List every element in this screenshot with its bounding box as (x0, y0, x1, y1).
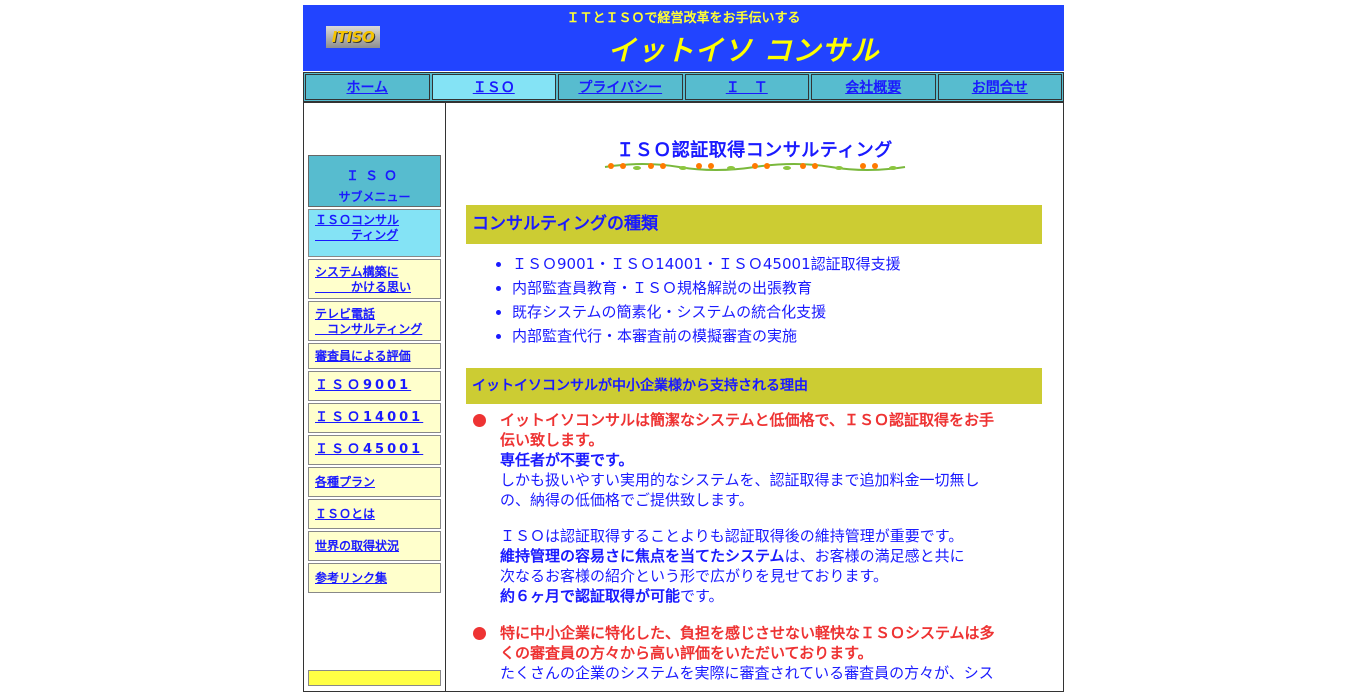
reason-1-paragraph-2: ＩＳＯは認証取得することよりも認証取得後の維持管理が重要です。 (500, 527, 964, 545)
emphasis-text: 維持管理の容易さに焦点を当てたシステム (500, 547, 785, 565)
sidebar-item-world-status[interactable]: 世界の取得状況 (308, 531, 441, 561)
sidebar-heading-title: ＩＳＯ (345, 169, 403, 184)
sidebar-item-about-iso[interactable]: ＩＳＯとは (308, 499, 441, 529)
nav-it[interactable]: Ｉ Ｔ (684, 74, 809, 100)
site-tagline: ＩＴとＩＳＯで経営改革をお手伝いする (566, 11, 801, 26)
reason-1-text-cont: の、納得の低価格でご提供致します。 (500, 491, 754, 509)
section-consulting-types-title: コンサルティングの種類 (466, 205, 1042, 244)
sidebar-heading: ＩＳＯ サブメニュー (308, 155, 441, 207)
sidebar-item-label: ＩＳＯコンサル (315, 213, 400, 227)
reason-1-paragraph-2-line2: 次なるお客様の紹介という形で広がりを見せております。 (500, 567, 889, 585)
list-item: ＩＳＯ9001・ＩＳＯ14001・ＩＳＯ45001認証取得支援 (512, 252, 901, 276)
body-text: です。 (680, 587, 724, 605)
main-content: ＩＳＯ認証取得コンサルティング コンサルティングの種類 ＩＳＯ9001・ＩＳＯ1… (445, 102, 1064, 692)
section-reasons-title: イットイソコンサルが中小企業様から支持される理由 (466, 368, 1042, 404)
sidebar: ＩＳＯ サブメニュー ＩＳＯコンサル ティング システム構築に かける思い テレ… (303, 102, 446, 692)
sidebar-item-label: コンサルティング (315, 322, 423, 336)
sidebar-item-label: テレビ電話 (315, 307, 376, 321)
sidebar-item-iso45001[interactable]: ＩＳＯ45001 (308, 435, 441, 465)
reason-1-heading-cont: 伝い致します。 (500, 431, 604, 449)
reason-2-heading: 特に中小企業に特化した、負担を感じさせない軽快なＩＳＯシステムは多 (500, 624, 995, 642)
list-item: 内部監査員教育・ＩＳＯ規格解説の出張教育 (512, 276, 901, 300)
reason-1-subheading: 専任者が不要です。 (500, 451, 634, 469)
site-brand-title: イットイソ コンサル (607, 34, 880, 67)
body-text: は、お客様の満足感と共に (784, 547, 965, 565)
sidebar-item-iso14001[interactable]: ＩＳＯ14001 (308, 403, 441, 433)
sidebar-item-label: ティング (315, 228, 399, 242)
sidebar-item-label: かける思い (315, 280, 412, 294)
reason-1-text: しかも扱いやすい実用的なシステムを、認証取得まで追加料金一切無し (500, 471, 980, 489)
reason-1: イットイソコンサルは簡潔なシステムと低価格で、ＩＳＯ認証取得をお手 伝い致します… (472, 410, 1032, 606)
reason-1-heading: イットイソコンサルは簡潔なシステムと低価格で、ＩＳＯ認証取得をお手 (500, 411, 994, 429)
consulting-types-list: ＩＳＯ9001・ＩＳＯ14001・ＩＳＯ45001認証取得支援 内部監査員教育・… (492, 252, 901, 348)
nav-company[interactable]: 会社概要 (811, 74, 936, 100)
reason-2: 特に中小企業に特化した、負担を感じさせない軽快なＩＳＯシステムは多 くの審査員の… (472, 623, 1032, 683)
nav-contact[interactable]: お問合せ (937, 74, 1062, 100)
sidebar-item-video-call[interactable]: テレビ電話 コンサルティング (308, 301, 441, 341)
sidebar-item-iso-consulting[interactable]: ＩＳＯコンサル ティング (308, 209, 441, 257)
sidebar-item-label: システム構築に (315, 265, 399, 279)
sidebar-bottom-banner (308, 670, 441, 686)
reason-2-text: たくさんの企業のシステムを実際に審査されている審査員の方々が、シス (500, 664, 994, 682)
sidebar-item-system-building[interactable]: システム構築に かける思い (308, 259, 441, 299)
emphasis-text: 約６ヶ月で認証取得が可能 (500, 587, 681, 605)
nav-privacy[interactable]: プライバシー (558, 74, 683, 100)
flower-divider-icon (604, 163, 906, 171)
red-bullet-icon (473, 627, 486, 640)
main-nav: ホーム ＩＳＯ プライバシー Ｉ Ｔ 会社概要 お問合せ (303, 72, 1064, 102)
sidebar-item-links[interactable]: 参考リンク集 (308, 563, 441, 593)
reason-1-paragraph-2-line3: 約６ヶ月で認証取得が可能です。 (500, 586, 1032, 606)
red-bullet-icon (473, 414, 486, 427)
list-item: 内部監査代行・本審査前の模擬審査の実施 (512, 324, 901, 348)
sidebar-item-plans[interactable]: 各種プラン (308, 467, 441, 497)
sidebar-item-iso9001[interactable]: ＩＳＯ9001 (308, 371, 441, 401)
reason-2-heading-cont: くの審査員の方々から高い評価をいただいております。 (500, 644, 873, 662)
list-item: 既存システムの簡素化・システムの統合化支援 (512, 300, 901, 324)
site-header: ITISO ＩＴとＩＳＯで経営改革をお手伝いする イットイソ コンサル (303, 5, 1064, 71)
nav-home[interactable]: ホーム (305, 74, 430, 100)
nav-iso[interactable]: ＩＳＯ (431, 74, 556, 100)
reason-1-paragraph-2-line: 維持管理の容易さに焦点を当てたシステムは、お客様の満足感と共に (500, 546, 1032, 566)
sidebar-heading-subtitle: サブメニュー (338, 190, 411, 204)
sidebar-item-auditor-review[interactable]: 審査員による評価 (308, 343, 441, 369)
